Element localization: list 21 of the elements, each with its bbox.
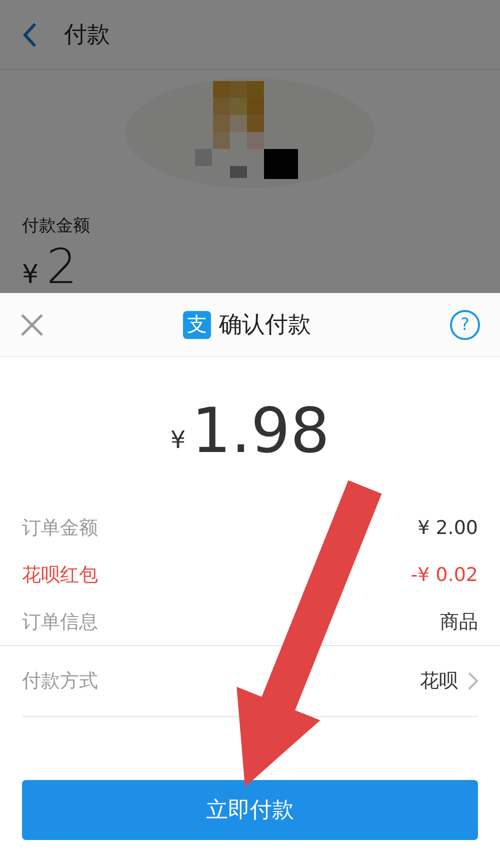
- currency-sign: ¥: [22, 260, 39, 290]
- chevron-icon: [468, 672, 478, 690]
- amount-value: 2: [46, 241, 78, 293]
- row-value: 商品: [440, 610, 478, 634]
- row-label: 花呗红包: [22, 562, 98, 588]
- help-button[interactable]: ?: [450, 310, 480, 340]
- page-title: 付款: [64, 21, 110, 50]
- app-logo: 支: [183, 310, 211, 338]
- row-value: -¥ 0.02: [410, 564, 478, 586]
- row-label: 付款方式: [22, 669, 98, 694]
- total-amount: 1.98: [192, 394, 330, 467]
- close-icon[interactable]: [20, 312, 44, 336]
- row-label: 订单信息: [22, 610, 98, 634]
- row-value: ¥ 2.00: [418, 516, 478, 538]
- sheet-title: 确认付款: [219, 311, 311, 340]
- currency-sign: ¥: [170, 426, 186, 454]
- amount-label: 付款金额: [21, 215, 91, 237]
- back-icon[interactable]: [22, 22, 38, 48]
- row-label: 订单金额: [22, 516, 98, 540]
- pay-now-button[interactable]: 立即付款: [22, 780, 478, 840]
- row-value: 花呗: [420, 669, 458, 694]
